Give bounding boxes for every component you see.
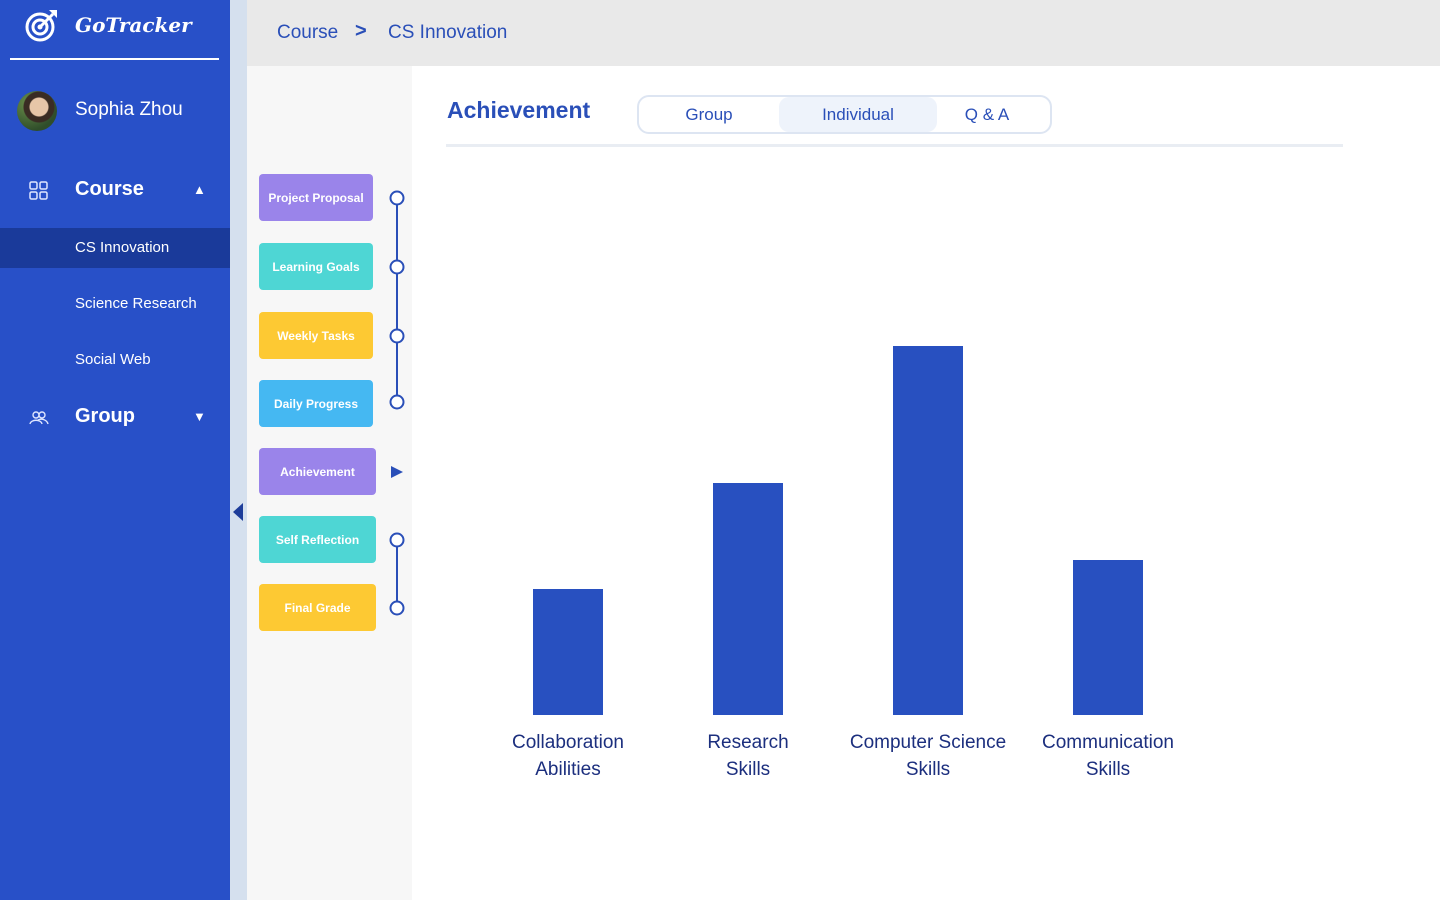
x-tick-label-1: Research Skills xyxy=(707,732,788,780)
user-profile[interactable]: Sophia Zhou xyxy=(17,91,227,133)
breadcrumb-cs-innovation[interactable]: CS Innovation xyxy=(388,22,507,44)
bar-3[interactable] xyxy=(1073,560,1143,715)
app-name: GoTracker xyxy=(75,13,192,37)
sidebar-item-label: Science Research xyxy=(75,295,197,312)
sidebar-section-group[interactable]: Group ▼ xyxy=(0,397,230,437)
step-marker-icon xyxy=(389,190,405,206)
user-name: Sophia Zhou xyxy=(75,99,183,120)
x-tick-label-0: Collaboration Abilities xyxy=(512,732,624,780)
step-weekly-tasks[interactable]: Weekly Tasks xyxy=(259,312,373,359)
topbar: Course > CS Innovation xyxy=(247,0,1440,66)
collapse-sidebar-icon[interactable] xyxy=(233,503,243,521)
bar-0[interactable] xyxy=(533,589,603,715)
sidebar-section-course[interactable]: Course ▲ xyxy=(0,170,230,210)
target-logo-icon xyxy=(25,10,57,42)
step-learning-goals[interactable]: Learning Goals xyxy=(259,243,373,290)
step-marker-icon xyxy=(389,259,405,275)
sidebar: GoTracker Sophia Zhou Course ▲ CS Innova… xyxy=(0,0,230,900)
sidebar-item-cs-innovation[interactable]: CS Innovation xyxy=(0,228,230,268)
achievement-bar-chart: Collaboration Abilities Research Skills Comp… xyxy=(512,346,1174,780)
breadcrumb-course[interactable]: Course xyxy=(277,22,338,44)
step-self-reflection[interactable]: Self Reflection xyxy=(259,516,376,563)
step-marker-icon xyxy=(389,328,405,344)
caret-up-icon[interactable]: ▲ xyxy=(193,182,206,197)
breadcrumb-separator: > xyxy=(355,20,367,42)
step-achievement[interactable]: Achievement xyxy=(259,448,376,495)
avatar[interactable] xyxy=(17,91,57,131)
step-final-grade[interactable]: Final Grade xyxy=(259,584,376,631)
steps-panel: Project Proposal Learning Goals Weekly T… xyxy=(247,66,412,900)
sidebar-section-label: Course xyxy=(75,178,144,200)
sidebar-collapse-strip[interactable] xyxy=(230,0,247,900)
bar-1[interactable] xyxy=(713,483,783,715)
step-marker-icon xyxy=(389,600,405,616)
caret-down-icon[interactable]: ▼ xyxy=(193,409,206,424)
main-content: Achievement Group Individual Q & A Colla… xyxy=(412,66,1440,900)
grid-icon xyxy=(29,181,48,200)
step-project-proposal[interactable]: Project Proposal xyxy=(259,174,373,221)
people-icon xyxy=(29,411,49,425)
sidebar-item-label: CS Innovation xyxy=(75,239,170,256)
step-marker-icon xyxy=(389,394,405,410)
sidebar-item-social-web[interactable]: Social Web xyxy=(0,340,230,380)
current-step-arrow-icon xyxy=(391,466,403,478)
step-marker-icon xyxy=(389,532,405,548)
x-tick-label-2: Computer Science Skills xyxy=(850,732,1006,780)
sidebar-item-label: Social Web xyxy=(75,351,151,368)
sidebar-item-science-research[interactable]: Science Research xyxy=(0,284,230,324)
bar-2[interactable] xyxy=(893,346,963,715)
step-daily-progress[interactable]: Daily Progress xyxy=(259,380,373,427)
x-tick-label-3: Communication Skills xyxy=(1042,732,1174,780)
brand[interactable]: GoTracker xyxy=(10,0,219,60)
sidebar-section-label: Group xyxy=(75,405,135,427)
